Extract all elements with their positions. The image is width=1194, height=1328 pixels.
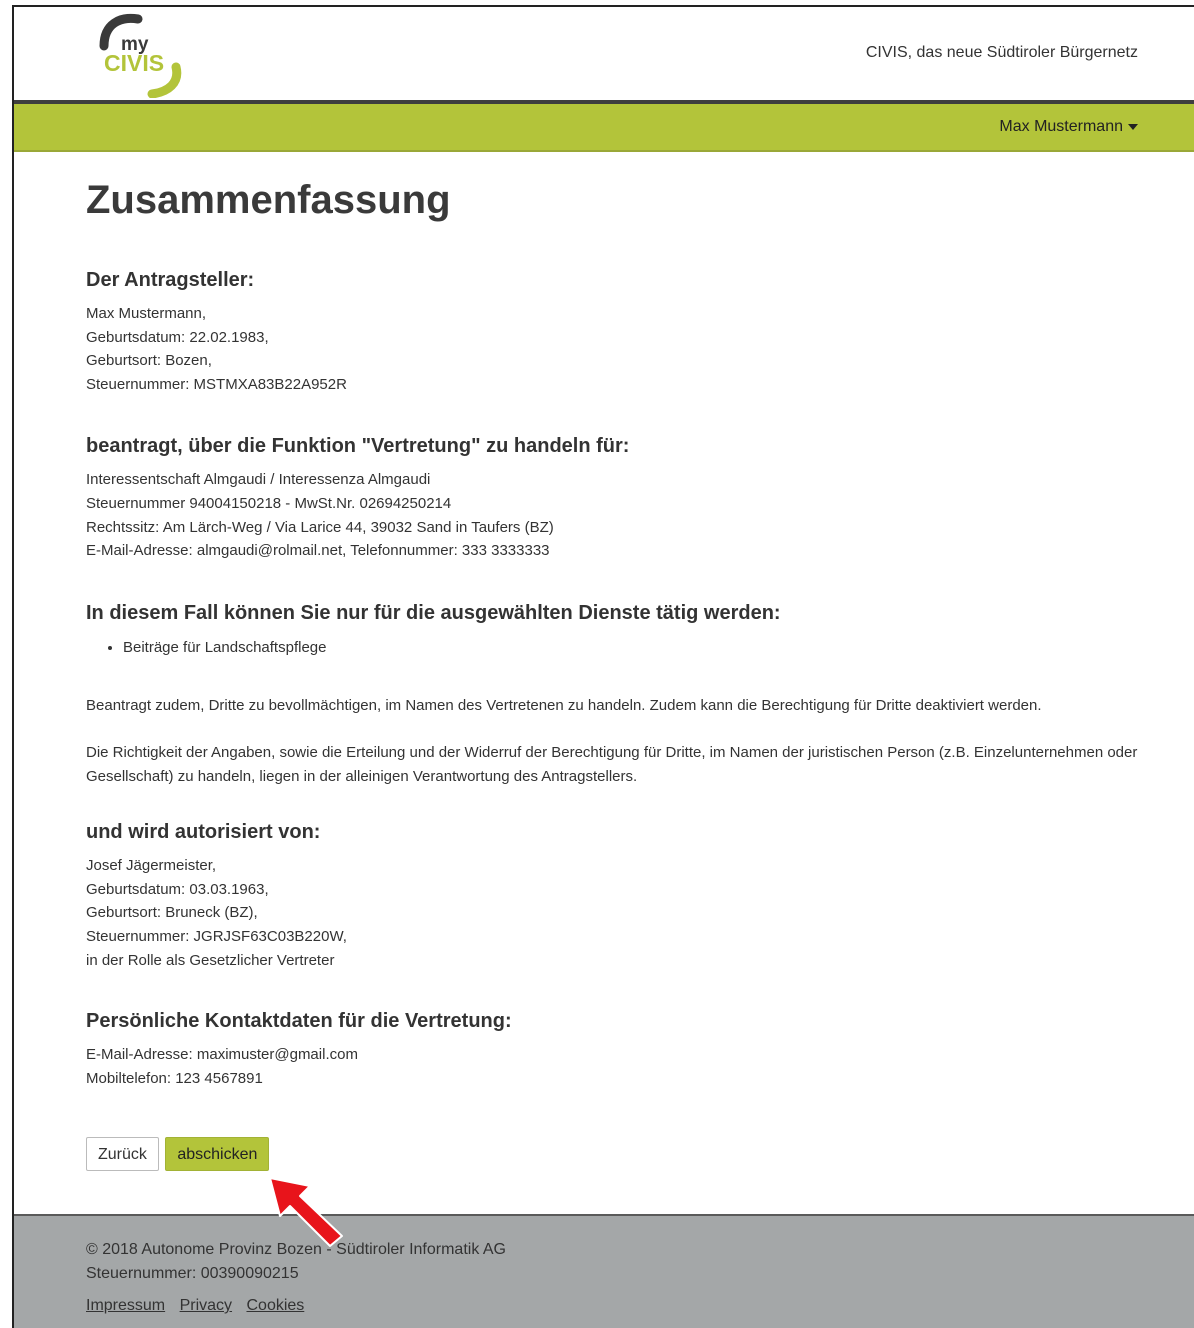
form-buttons: Zurück abschicken — [86, 1137, 1194, 1173]
navbar: Max Mustermann — [14, 104, 1194, 152]
authorized-line: Josef Jägermeister, — [86, 857, 217, 875]
services-heading: In diesem Fall können Sie nur für die au… — [86, 601, 781, 624]
browser-frame: my CIVIS CIVIS, das neue Südtiroler Bürg… — [12, 5, 1194, 1328]
site-header: my CIVIS CIVIS, das neue Südtiroler Bürg… — [14, 7, 1194, 100]
authorized-line: Steuernummer: JGRJSF63C03B220W, — [86, 928, 347, 946]
authorized-line: in der Rolle als Gesetzlicher Vertreter — [86, 951, 335, 969]
represent-heading: beantragt, über die Funktion "Vertretung… — [86, 435, 630, 458]
annotation-arrow-icon — [269, 1177, 343, 1247]
authorized-heading: und wird autorisiert von: — [86, 821, 321, 844]
main-content: Zusammenfassung Der Antragsteller: Max M… — [14, 176, 1194, 1173]
privacy-link[interactable]: Privacy — [180, 1297, 232, 1314]
represent-line: Rechtssitz: Am Lärch-Weg / Via Larice 44… — [86, 518, 554, 536]
applicant-line: Max Mustermann, — [86, 305, 207, 322]
user-name: Max Mustermann — [999, 118, 1123, 135]
impressum-link[interactable]: Impressum — [86, 1297, 165, 1314]
footer-links: Impressum Privacy Cookies — [86, 1297, 1194, 1315]
authorized-section: und wird autorisiert von: Josef Jägermei… — [86, 820, 1194, 972]
footer-tax-number: Steuernummer: 00390090215 — [86, 1265, 299, 1282]
back-button[interactable]: Zurück — [86, 1137, 159, 1172]
applicant-line: Geburtsdatum: 22.02.1983, — [86, 328, 269, 346]
footer-copyright: © 2018 Autonome Provinz Bozen - Südtirol… — [86, 1241, 506, 1258]
applicant-section: Der Antragsteller: Max Mustermann, Gebur… — [86, 268, 1194, 396]
represent-section: beantragt, über die Funktion "Vertretung… — [86, 434, 1194, 562]
cookies-link[interactable]: Cookies — [246, 1297, 304, 1314]
page-title: Zusammenfassung — [86, 178, 451, 222]
services-list: Beiträge für Landschaftspflege — [86, 636, 1194, 659]
applicant-line: Steuernummer: MSTMXA83B22A952R — [86, 375, 347, 393]
applicant-heading: Der Antragsteller: — [86, 269, 255, 291]
authorized-line: Geburtsdatum: 03.03.1963, — [86, 880, 269, 898]
authorization-paragraph: Beantragt zudem, Dritte zu bevollmächtig… — [86, 696, 1042, 714]
contact-heading: Persönliche Kontaktdaten für die Vertret… — [86, 1010, 512, 1033]
contact-line: Mobiltelefon: 123 4567891 — [86, 1069, 263, 1087]
authorized-line: Geburtsort: Bruneck (BZ), — [86, 904, 258, 922]
caret-down-icon — [1128, 123, 1138, 130]
header-tagline: CIVIS, das neue Südtiroler Bürgernetz — [865, 44, 1138, 61]
responsibility-paragraph: Die Richtigkeit der Angaben, sowie die E… — [86, 744, 1138, 785]
service-item: Beiträge für Landschaftspflege — [123, 636, 1194, 659]
applicant-line: Geburtsort: Bozen, — [86, 352, 212, 370]
mycivis-logo[interactable]: my CIVIS — [90, 10, 190, 98]
represent-line: Steuernummer 94004150218 - MwSt.Nr. 0269… — [86, 494, 452, 512]
contact-line: E-Mail-Adresse: maximuster@gmail.com — [86, 1046, 358, 1064]
represent-line: Interessentschaft Almgaudi / Interessenz… — [86, 471, 431, 489]
user-menu-dropdown[interactable]: Max Mustermann — [999, 118, 1138, 136]
submit-button[interactable]: abschicken — [165, 1137, 270, 1172]
represent-line: E-Mail-Adresse: almgaudi@rolmail.net, Te… — [86, 542, 550, 560]
contact-section: Persönliche Kontaktdaten für die Vertret… — [86, 1009, 1194, 1090]
site-footer: © 2018 Autonome Provinz Bozen - Südtirol… — [14, 1214, 1194, 1328]
svg-text:CIVIS: CIVIS — [104, 50, 164, 76]
services-section: In diesem Fall können Sie nur für die au… — [86, 601, 1194, 659]
